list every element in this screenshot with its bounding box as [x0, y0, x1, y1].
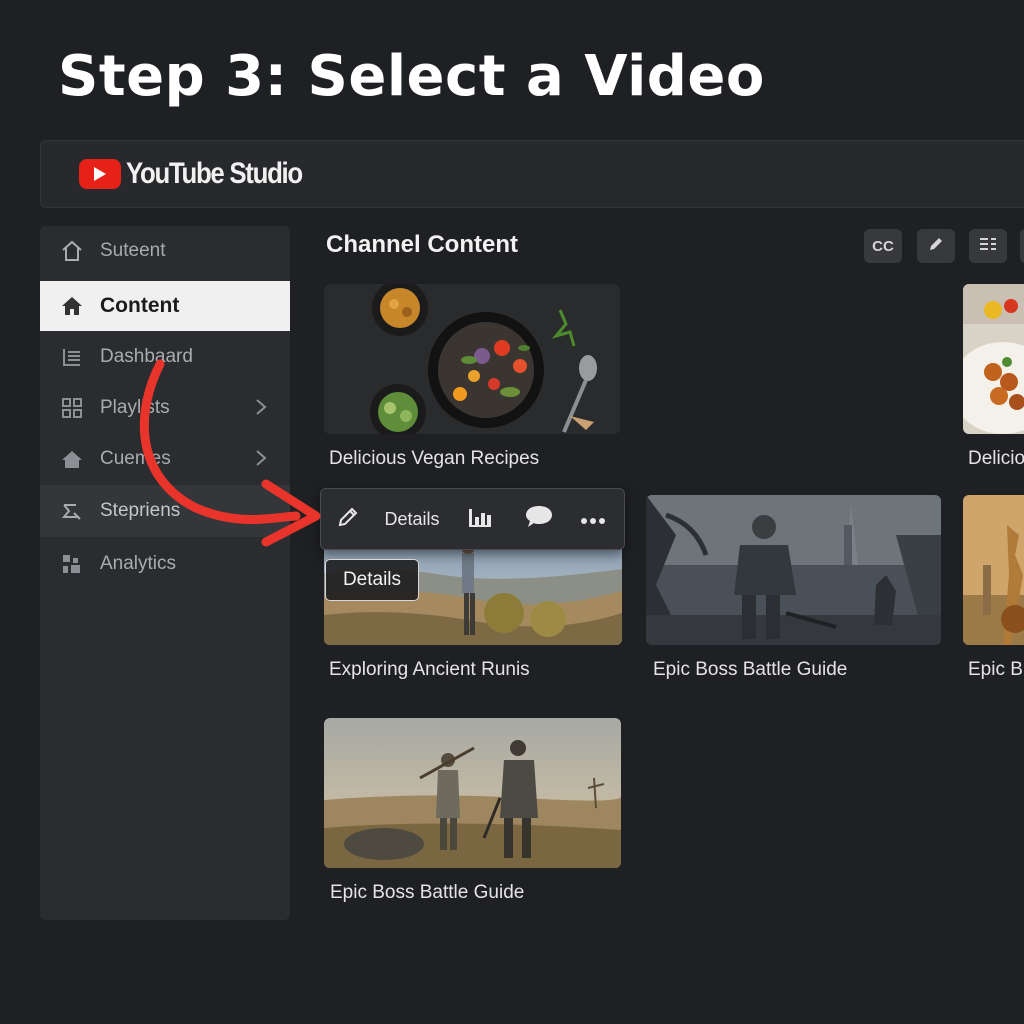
- filter-button[interactable]: [969, 229, 1007, 263]
- sidebar-item-label: Content: [100, 294, 180, 317]
- filter-icon: [978, 236, 998, 256]
- sidebar-item-label: Analytics: [100, 553, 177, 574]
- home-filled-icon: [58, 292, 86, 320]
- video-title[interactable]: Delicio: [968, 448, 1024, 470]
- grid-icon: [58, 394, 86, 422]
- video-title[interactable]: Exploring Ancient Runis: [329, 659, 530, 681]
- comment-icon: [524, 504, 554, 535]
- details-badge[interactable]: Details: [325, 559, 419, 601]
- analytics-icon: [58, 550, 86, 578]
- pencil-icon: [927, 235, 945, 257]
- page-title: Channel Content: [326, 231, 518, 258]
- video-thumbnail-vegan[interactable]: [324, 284, 620, 434]
- more-options-button[interactable]: [575, 489, 611, 549]
- overflow-tool-button[interactable]: [1020, 229, 1024, 263]
- more-icon: [580, 509, 606, 530]
- cc-label: CC: [872, 237, 894, 255]
- step-title: Step 3: Select a Video: [58, 44, 765, 109]
- sidebar-item-label: Dashbaard: [100, 346, 193, 367]
- edit-button[interactable]: [917, 229, 955, 263]
- analytics-button[interactable]: [463, 489, 499, 549]
- video-title[interactable]: Epic Boss Battle Guide: [653, 659, 847, 681]
- comments-button[interactable]: [519, 489, 559, 549]
- sidebar-item-dashboard[interactable]: Dashbaard: [40, 332, 290, 382]
- sidebar-item-label: Cuemes: [100, 448, 171, 469]
- sidebar-item-label: Playlists: [100, 397, 170, 418]
- details-link[interactable]: Details: [377, 489, 447, 549]
- list-icon: [58, 343, 86, 371]
- top-bar: YouTube Studio: [40, 140, 1024, 208]
- video-thumbnail-delicio[interactable]: [963, 284, 1024, 434]
- sidebar-item-suteent[interactable]: Suteent: [40, 226, 290, 276]
- video-hover-toolbar: Details: [320, 488, 625, 550]
- sidebar-item-stepriens[interactable]: Stepriens: [40, 485, 290, 537]
- cc-button[interactable]: CC: [864, 229, 902, 263]
- wrench-icon: [58, 497, 86, 525]
- sidebar-item-content[interactable]: Content: [40, 281, 290, 331]
- video-title[interactable]: Epic B: [968, 659, 1023, 681]
- edit-details-button[interactable]: [333, 489, 363, 549]
- sidebar-item-analytics[interactable]: Analytics: [40, 539, 290, 589]
- chevron-right-icon: [254, 447, 268, 475]
- pencil-icon: [336, 505, 360, 534]
- sidebar-item-label: Suteent: [100, 240, 166, 261]
- video-thumbnail-boss[interactable]: [646, 495, 941, 645]
- house-icon: [58, 445, 86, 473]
- sidebar: Suteent Content Dashbaard Playlists Cuem…: [40, 226, 290, 920]
- video-title[interactable]: Delicious Vegan Recipes: [329, 448, 539, 470]
- sidebar-item-cuemes[interactable]: Cuemes: [40, 434, 290, 484]
- sidebar-item-playlists[interactable]: Playlists: [40, 383, 290, 433]
- sidebar-item-label: Stepriens: [100, 500, 181, 521]
- video-thumbnail-field[interactable]: [324, 718, 621, 868]
- app-name: YouTube Studio: [126, 157, 303, 190]
- youtube-play-icon: [79, 159, 121, 189]
- analytics-icon: [467, 505, 495, 534]
- youtube-studio-logo[interactable]: YouTube Studio: [79, 157, 331, 191]
- video-title[interactable]: Epic Boss Battle Guide: [330, 882, 524, 904]
- home-icon: [58, 237, 86, 265]
- chevron-right-icon: [254, 396, 268, 424]
- video-thumbnail-epic-partial[interactable]: [963, 495, 1024, 645]
